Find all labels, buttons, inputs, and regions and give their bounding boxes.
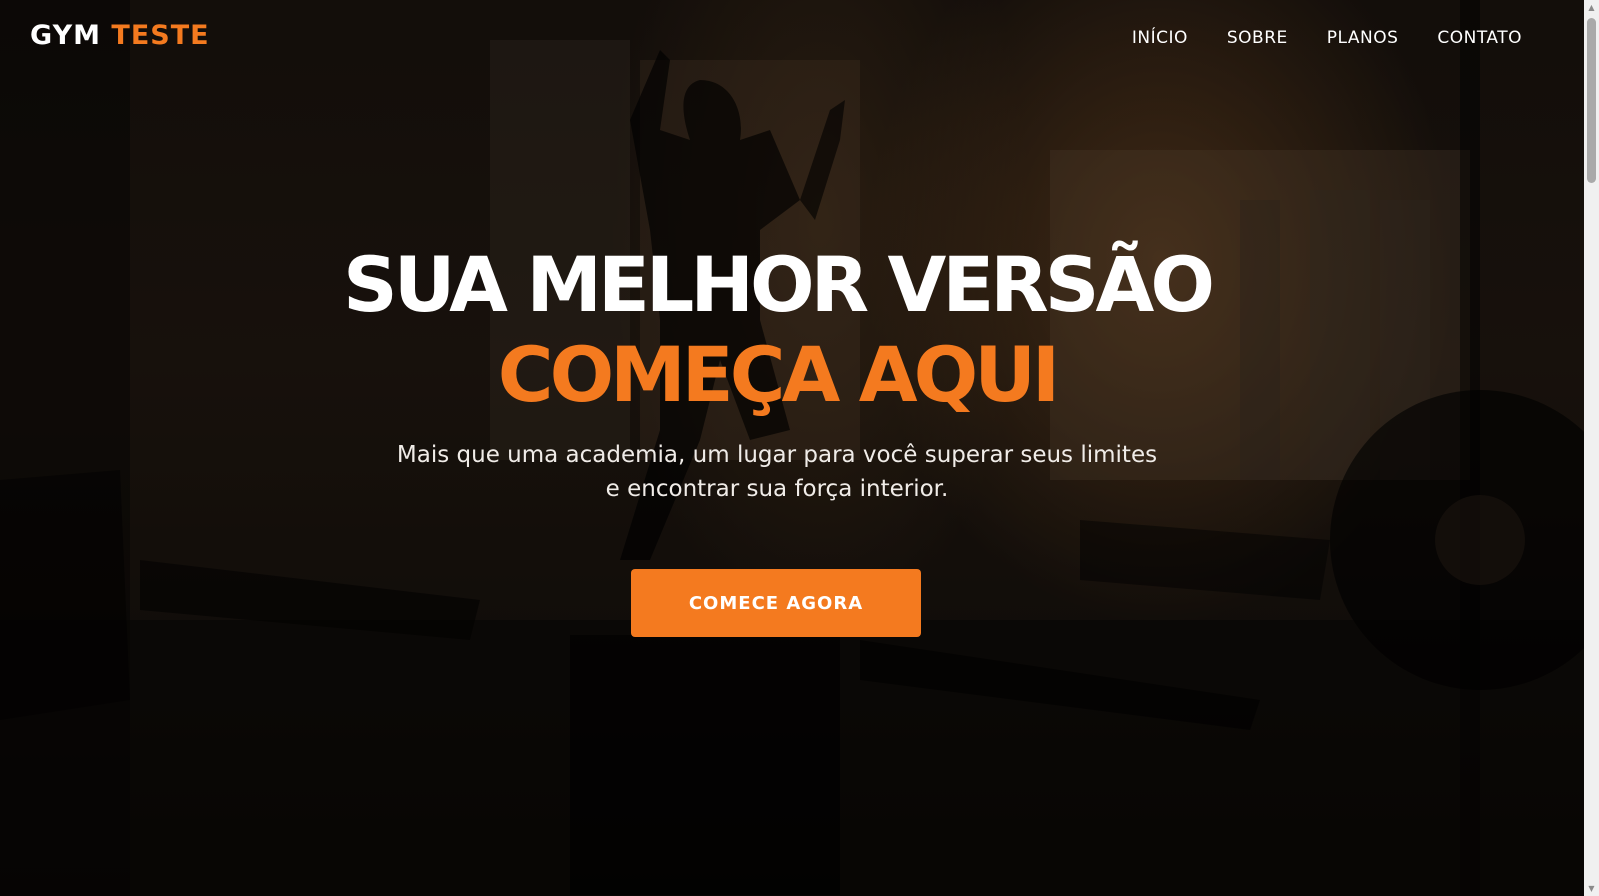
hero-subtitle-line-1: Mais que uma academia, um lugar para voc…: [396, 442, 1158, 468]
hero-headline: SUA MELHOR VERSÃO: [343, 240, 1215, 329]
start-now-button[interactable]: COMECE AGORA: [631, 569, 921, 637]
hero-subtitle: Mais que uma academia, um lugar para voc…: [362, 438, 1192, 506]
brand-name-primary: GYM: [30, 20, 101, 51]
navbar: GYM TESTE INÍCIO SOBRE PLANOS CONTATO: [0, 0, 1584, 78]
hero-content: SUA MELHOR VERSÃO COMEÇA AQUI Mais que u…: [0, 240, 1554, 506]
scrollbar-thumb[interactable]: [1587, 18, 1596, 183]
brand-name-accent: TESTE: [111, 20, 210, 51]
page-scrollbar[interactable]: ▲ ▼: [1584, 0, 1599, 896]
hero-subtitle-line-2: e encontrar sua força interior.: [605, 476, 949, 502]
scroll-down-arrow-icon[interactable]: ▼: [1584, 881, 1599, 896]
scroll-up-arrow-icon[interactable]: ▲: [1584, 0, 1599, 15]
nav-links: INÍCIO SOBRE PLANOS CONTATO: [1093, 28, 1522, 48]
nav-link-sobre[interactable]: SOBRE: [1227, 28, 1288, 48]
nav-link-contato[interactable]: CONTATO: [1437, 28, 1522, 48]
page: GYM TESTE INÍCIO SOBRE PLANOS CONTATO SU…: [0, 0, 1599, 896]
brand-logo[interactable]: GYM TESTE: [30, 20, 210, 51]
nav-link-planos[interactable]: PLANOS: [1327, 28, 1399, 48]
hero-headline-accent: COMEÇA AQUI: [497, 330, 1060, 419]
nav-link-inicio[interactable]: INÍCIO: [1132, 28, 1188, 48]
